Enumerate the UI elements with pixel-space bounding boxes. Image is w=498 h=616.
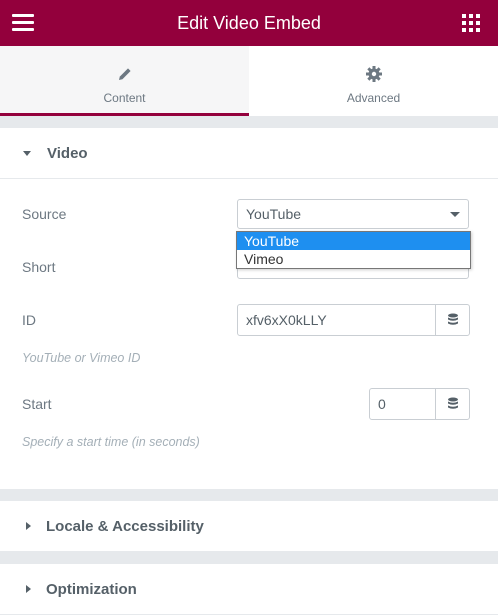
tab-content-label: Content — [103, 91, 146, 105]
start-hint: Specify a start time (in seconds) — [22, 435, 200, 449]
section-video-body: Source YouTube YouTube Vimeo Short ID Yo… — [0, 179, 498, 489]
source-dropdown: YouTube Vimeo — [236, 231, 471, 269]
section-locale-header[interactable]: Locale & Accessibility — [0, 501, 498, 552]
short-label: Short — [22, 259, 56, 275]
panel-header: Edit Video Embed — [0, 0, 498, 46]
section-video-header[interactable]: Video — [0, 128, 498, 179]
dynamic-tags-button[interactable] — [435, 305, 469, 335]
section-optimization-header[interactable]: Optimization — [0, 564, 498, 615]
section-locale-title: Locale & Accessibility — [46, 517, 204, 535]
caret-right-icon — [26, 585, 31, 593]
tab-advanced[interactable]: Advanced — [249, 46, 498, 116]
database-icon — [447, 397, 458, 409]
id-input[interactable] — [238, 305, 435, 335]
database-icon — [447, 313, 458, 325]
source-select-value: YouTube — [246, 206, 302, 222]
source-label: Source — [22, 206, 67, 222]
section-divider — [0, 489, 498, 501]
source-option-vimeo[interactable]: Vimeo — [237, 250, 470, 268]
id-hint: YouTube or Vimeo ID — [22, 351, 141, 365]
section-optimization-title: Optimization — [46, 580, 137, 598]
caret-down-icon — [23, 150, 31, 156]
panel-title: Edit Video Embed — [177, 13, 321, 33]
gear-icon — [365, 66, 382, 82]
pencil-icon — [118, 68, 131, 80]
start-field — [369, 388, 470, 420]
section-video-title: Video — [47, 144, 88, 162]
chevron-down-icon — [450, 212, 460, 217]
id-label: ID — [22, 312, 36, 328]
tab-content[interactable]: Content — [0, 46, 249, 116]
start-input[interactable] — [370, 389, 435, 419]
grid-apps-icon[interactable] — [462, 14, 480, 32]
source-select[interactable]: YouTube — [237, 199, 469, 229]
dynamic-tags-button[interactable] — [435, 389, 469, 419]
start-label: Start — [22, 396, 52, 412]
caret-right-icon — [26, 522, 31, 530]
tab-bar: Content Advanced — [0, 46, 498, 116]
id-field — [237, 304, 470, 336]
section-divider — [0, 552, 498, 564]
source-option-youtube[interactable]: YouTube — [237, 232, 470, 250]
section-divider — [0, 116, 498, 128]
tab-advanced-label: Advanced — [346, 91, 401, 105]
